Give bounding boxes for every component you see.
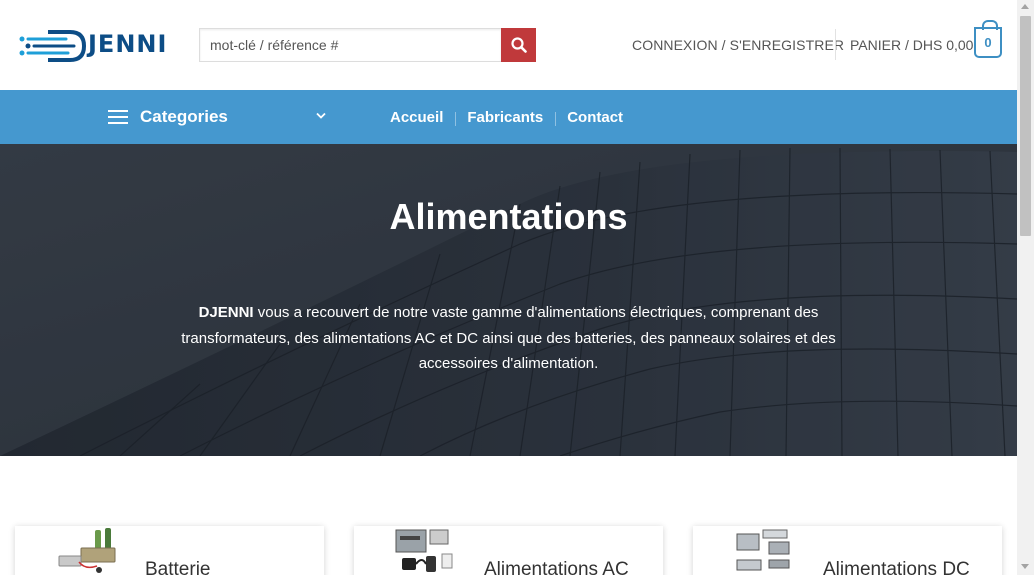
page-title: Alimentations bbox=[389, 196, 628, 237]
categories-label: Categories bbox=[140, 107, 228, 126]
page-scrollbar[interactable] bbox=[1017, 0, 1034, 575]
logo-lines-icon bbox=[19, 30, 87, 62]
login-register-link[interactable]: CONNEXION / S'ENREGISTRER bbox=[632, 37, 844, 53]
nav-links: Accueil Fabricants Contact bbox=[378, 90, 635, 144]
scroll-up-arrow-icon[interactable] bbox=[1021, 4, 1029, 9]
logo-text: JENNI bbox=[88, 30, 168, 58]
chevron-down-icon bbox=[316, 112, 326, 119]
ac-power-supply-image bbox=[395, 529, 453, 572]
cart-link[interactable]: PANIER / DHS 0,00 bbox=[850, 37, 973, 53]
category-card-alimentations-dc[interactable]: Alimentations DC bbox=[693, 526, 1002, 575]
category-card-title: Alimentations AC bbox=[484, 559, 629, 575]
site-logo[interactable]: JENNI bbox=[18, 22, 168, 68]
scroll-down-arrow-icon[interactable] bbox=[1021, 564, 1029, 569]
site-header: JENNI CONNEXION / S'ENREGISTRER PANIER /… bbox=[0, 0, 1017, 90]
battery-product-image bbox=[58, 528, 116, 573]
header-divider bbox=[835, 29, 836, 60]
nav-link-contact[interactable]: Contact bbox=[555, 109, 635, 126]
category-card-title: Batterie bbox=[145, 559, 211, 575]
hero-description-text: vous a recouvert de notre vaste gamme d'… bbox=[181, 304, 836, 372]
category-card-batterie[interactable]: Batterie bbox=[15, 526, 324, 575]
cart-count: 0 bbox=[984, 35, 992, 50]
category-card-alimentations-ac[interactable]: Alimentations AC bbox=[354, 526, 663, 575]
search-input[interactable] bbox=[199, 28, 502, 62]
hero-description: DJENNI vous a recouvert de notre vaste g… bbox=[180, 300, 837, 377]
search-form bbox=[199, 28, 536, 62]
brand-name: DJENNI bbox=[198, 304, 254, 321]
category-card-title: Alimentations DC bbox=[823, 559, 970, 575]
hamburger-icon bbox=[108, 110, 128, 124]
nav-link-accueil[interactable]: Accueil bbox=[378, 109, 455, 126]
cart-bag-icon[interactable]: 0 bbox=[974, 20, 1002, 58]
main-nav: Categories Accueil Fabricants Contact bbox=[0, 90, 1017, 144]
hero-banner: Alimentations DJENNI vous a recouvert de… bbox=[0, 144, 1017, 456]
search-button[interactable] bbox=[501, 28, 536, 62]
scrollbar-thumb[interactable] bbox=[1020, 16, 1031, 236]
search-icon bbox=[510, 37, 527, 53]
dc-power-supply-image bbox=[736, 529, 790, 571]
categories-menu-button[interactable]: Categories bbox=[108, 90, 328, 144]
nav-link-fabricants[interactable]: Fabricants bbox=[455, 109, 555, 126]
